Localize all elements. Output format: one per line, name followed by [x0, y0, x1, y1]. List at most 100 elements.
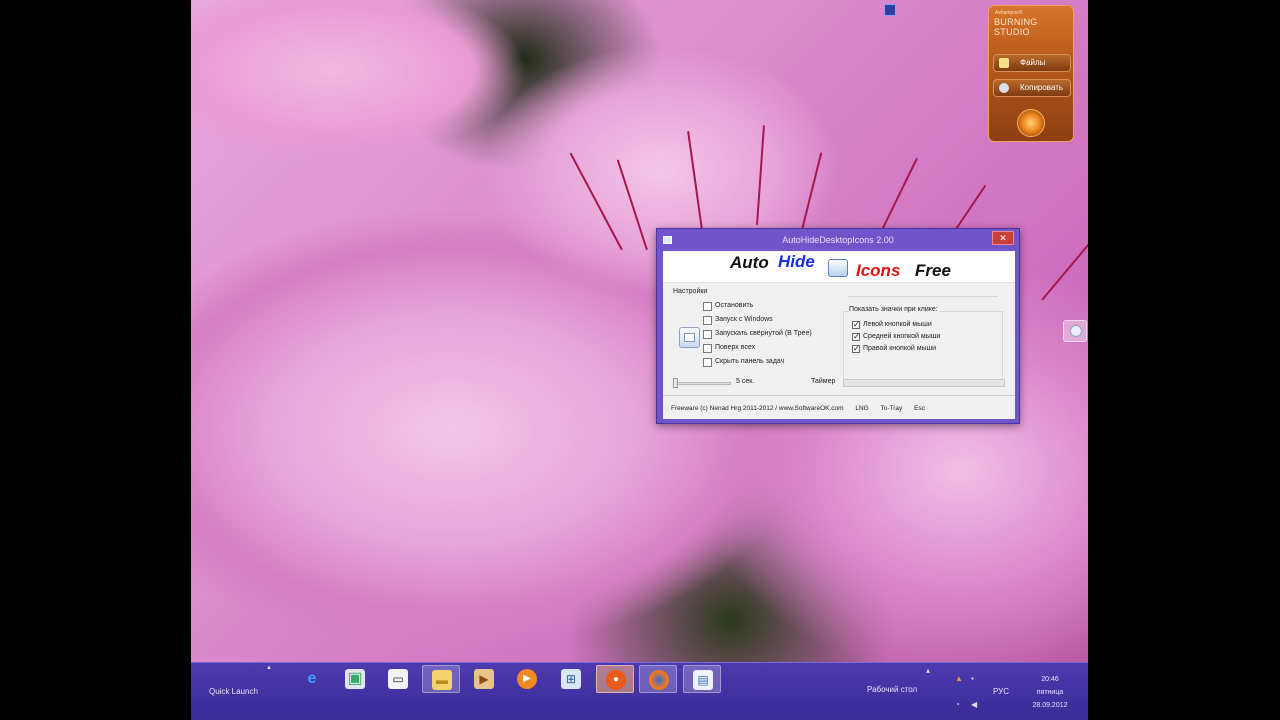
option-label: Скрыть панель задач	[715, 358, 785, 365]
desktop-tiny-icon[interactable]	[884, 4, 896, 16]
lng-link[interactable]: LNG	[855, 405, 868, 412]
flower-stamen	[616, 159, 648, 251]
option-right-click[interactable]: ✓ Правой кнопкой мыши	[852, 344, 936, 355]
explorer-icon-glyph: ▣	[345, 669, 365, 689]
clock-time: 20:46	[1041, 676, 1059, 683]
flower-stamen	[881, 157, 918, 231]
clock[interactable]: 20:46 пятница 28.09.2012	[1027, 673, 1073, 712]
flower-stamen	[569, 152, 623, 251]
checkbox[interactable]	[703, 344, 712, 353]
quick-launch-arrow-icon[interactable]: ▲	[266, 665, 272, 671]
checkbox[interactable]	[703, 316, 712, 325]
option-always-on-top[interactable]: Поверх всех	[703, 343, 755, 355]
gadget-copy-button[interactable]: Копировать	[993, 79, 1071, 97]
gadget-files-button[interactable]: Файлы	[993, 54, 1071, 72]
delay-slider-track[interactable]	[673, 382, 731, 385]
files-icon	[999, 58, 1009, 68]
window-footer: Freeware (c) Nenad Hrg 2011-2012 / www.S…	[671, 405, 935, 412]
video-icon-glyph: ▶	[474, 669, 494, 689]
network-icon-glyph: ⊞	[561, 669, 581, 689]
player-icon[interactable]: ▶	[508, 665, 546, 693]
banner-icons: Icons	[856, 261, 901, 280]
firefox-icon-glyph	[649, 670, 669, 690]
option-label: Левой кнопкой мыши	[863, 321, 932, 328]
player-icon-glyph: ▶	[517, 669, 537, 689]
flower-stamen	[687, 130, 703, 231]
banner-hide: Hide	[778, 252, 815, 271]
esc-link[interactable]: Esc	[914, 405, 925, 412]
folder-icon[interactable]: ▬	[422, 665, 460, 693]
clock-face-icon	[1070, 325, 1082, 337]
language-indicator[interactable]: РУС	[993, 687, 1009, 696]
autohide-icon-glyph: ▤	[693, 670, 713, 690]
delay-slider-thumb[interactable]	[673, 378, 678, 388]
option-autostart[interactable]: Запуск с Windows	[703, 315, 773, 327]
flower-stamen	[801, 152, 823, 231]
option-label: Правой кнопкой мыши	[863, 345, 937, 352]
option-stop[interactable]: Остановить	[703, 301, 753, 313]
video-icon[interactable]: ▶	[465, 665, 503, 693]
window-title: AutoHideDesktopIcons 2.00	[782, 235, 894, 245]
checkbox-checked[interactable]: ✓	[852, 333, 860, 341]
footer-separator	[663, 395, 1015, 396]
option-label: Остановить	[715, 302, 754, 309]
banner-free: Free	[915, 261, 951, 280]
firefox-icon[interactable]	[639, 665, 677, 693]
option-middle-click[interactable]: ✓ Средней кнопкой мыши	[852, 332, 940, 343]
close-button[interactable]: ✕	[992, 231, 1014, 245]
volume-icon[interactable]: ◀	[971, 701, 979, 709]
checkbox-checked[interactable]: ✓	[852, 345, 860, 353]
gadget-files-label: Файлы	[1020, 58, 1046, 67]
media-icon-glyph: ▭	[388, 669, 408, 689]
copyright-link[interactable]: Freeware (c) Nenad Hrg 2011-2012 / www.S…	[671, 405, 844, 412]
folder-icon-glyph: ▬	[432, 670, 452, 690]
burning-icon-glyph: ●	[606, 670, 626, 690]
option-label: Средней кнопкой мыши	[863, 333, 941, 340]
network-tray-icon[interactable]: ◔	[955, 701, 963, 709]
flower-stamen	[1041, 238, 1088, 301]
ie-icon[interactable]: e	[293, 665, 331, 693]
option-label: Запускать свёрнутой (В Трее)	[715, 330, 812, 337]
timer-label: Таймер	[811, 378, 836, 385]
checkbox[interactable]	[703, 330, 712, 339]
media-icon[interactable]: ▭	[379, 665, 417, 693]
gadget-brand: BURNING STUDIO	[994, 17, 1038, 37]
clock-date: 28.09.2012	[1032, 702, 1068, 709]
quick-launch-label[interactable]: Quick Launch	[209, 687, 258, 696]
tray-warning-icon[interactable]: ▲	[955, 675, 963, 683]
burn-disc-icon[interactable]	[1017, 109, 1045, 137]
banner-logo-icon	[828, 259, 848, 277]
tray-device-icon[interactable]: ▪	[971, 675, 979, 683]
ie-icon-glyph: e	[307, 670, 317, 687]
explorer-icon[interactable]: ▣	[336, 665, 374, 693]
clock-day: пятница	[1036, 689, 1064, 696]
option-start-minimized[interactable]: Запускать свёрнутой (В Трее)	[703, 329, 812, 341]
tray-expand-icon[interactable]: ▴	[926, 667, 934, 675]
desktop-toolbar-label[interactable]: Рабочий стол	[867, 685, 917, 694]
group-separator	[848, 296, 998, 298]
burning-icon[interactable]: ●	[596, 665, 634, 693]
timer-progress	[843, 379, 1005, 387]
gadget-copy-label: Копировать	[1020, 83, 1064, 92]
checkbox-checked[interactable]: ✓	[852, 321, 860, 329]
checkbox[interactable]	[703, 358, 712, 367]
banner-auto: Auto	[730, 253, 769, 272]
side-clock-icon[interactable]	[1063, 320, 1087, 342]
delay-seconds: 5 сек.	[736, 378, 755, 385]
app-logo-icon	[679, 327, 700, 348]
autohide-window[interactable]: AutoHideDesktopIcons 2.00 ✕ Auto Hide Ic…	[656, 228, 1020, 424]
flower-stamen	[756, 125, 765, 226]
to-tray-link[interactable]: To-Tray	[880, 405, 902, 412]
window-titlebar[interactable]: AutoHideDesktopIcons 2.00 ✕	[657, 229, 1019, 251]
option-label: Запуск с Windows	[715, 316, 773, 323]
checkbox[interactable]	[703, 302, 712, 311]
autohide-icon[interactable]: ▤	[683, 665, 721, 693]
option-left-click[interactable]: ✓ Левой кнопкой мыши	[852, 320, 932, 331]
desktop: Ashampoo® BURNING STUDIO Файлы Копироват…	[191, 0, 1088, 720]
burning-studio-gadget[interactable]: Ashampoo® BURNING STUDIO Файлы Копироват…	[988, 5, 1074, 142]
gadget-brand-small: Ashampoo®	[995, 10, 1023, 16]
taskbar: ▲ Quick Launch e ▣ ▭ ▬ ▶ ▶ ⊞ ● ▤ Рабочий…	[191, 662, 1088, 720]
network-icon[interactable]: ⊞	[552, 665, 590, 693]
option-hide-taskbar[interactable]: Скрыть панель задач	[703, 357, 784, 369]
copy-disc-icon	[999, 83, 1009, 93]
